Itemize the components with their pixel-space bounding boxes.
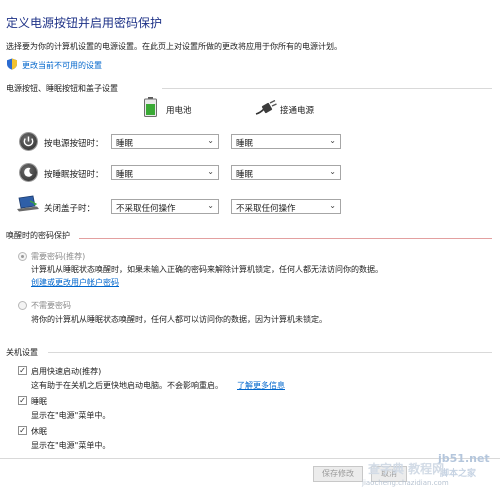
sleep-icon — [20, 164, 37, 181]
power-button-plugged-value: 睡眠 — [236, 139, 254, 149]
close-lid-plugged-value: 不采取任何操作 — [236, 204, 296, 214]
close-lid-battery-value: 不采取任何操作 — [116, 204, 176, 214]
chevron-down-icon: ⌄ — [207, 167, 214, 176]
section-divider — [48, 352, 492, 353]
hibernate-menu-checkbox[interactable]: ✓ — [18, 426, 27, 435]
power-button-plugged-select[interactable]: 睡眠 ⌄ — [231, 134, 341, 149]
require-password-description: 计算机从睡眠状态唤醒时，如果未输入正确的密码来解除计算机锁定，任何人都无法访问你… — [31, 265, 383, 274]
battery-icon — [144, 97, 157, 117]
power-buttons-section-title: 电源按钮、睡眠按钮和盖子设置 — [6, 84, 118, 93]
power-button-battery-select[interactable]: 睡眠 ⌄ — [111, 134, 219, 149]
change-unavailable-settings-link[interactable]: 更改当前不可用的设置 — [22, 60, 102, 71]
watermark-tutorial: 查字典 教程网 — [368, 462, 445, 476]
learn-more-link[interactable]: 了解更多信息 — [237, 380, 285, 391]
sleep-button-battery-select[interactable]: 睡眠 ⌄ — [111, 165, 219, 180]
fast-startup-label: 启用快速启动(推荐) — [31, 367, 102, 376]
require-password-label: 需要密码(推荐) — [31, 252, 86, 261]
battery-column-label: 用电池 — [166, 106, 192, 116]
wake-password-section-title: 唤醒时的密码保护 — [6, 231, 70, 240]
shutdown-section-title: 关机设置 — [6, 348, 38, 357]
no-password-radio[interactable] — [18, 301, 27, 310]
save-button[interactable]: 保存修改 — [313, 466, 363, 482]
no-password-description: 将你的计算机从睡眠状态唤醒时，任何人都可以访问你的数据，因为计算机未锁定。 — [31, 315, 327, 324]
plug-icon — [255, 99, 277, 116]
close-lid-plugged-select[interactable]: 不采取任何操作 ⌄ — [231, 199, 341, 214]
close-lid-battery-select[interactable]: 不采取任何操作 ⌄ — [111, 199, 219, 214]
create-password-link[interactable]: 创建或更改用户帐户密码 — [31, 277, 119, 288]
hibernate-menu-label: 休眠 — [31, 427, 47, 436]
sleep-menu-label: 睡眠 — [31, 397, 47, 406]
watermark-site: jb51.net — [438, 452, 490, 465]
sleep-button-plugged-select[interactable]: 睡眠 ⌄ — [231, 165, 341, 180]
chevron-down-icon: ⌄ — [329, 201, 336, 210]
require-password-radio[interactable] — [18, 252, 27, 261]
power-icon — [20, 133, 37, 150]
fast-startup-checkbox[interactable]: ✓ — [18, 366, 27, 375]
laptop-lid-icon — [16, 195, 40, 213]
power-button-battery-value: 睡眠 — [116, 139, 134, 149]
sleep-button-battery-value: 睡眠 — [116, 170, 134, 180]
fast-startup-description: 这有助于在关机之后更快地启动电脑。不会影响重启。 — [31, 381, 223, 390]
sleep-menu-checkbox[interactable]: ✓ — [18, 396, 27, 405]
no-password-label: 不需要密码 — [31, 301, 71, 310]
section-divider — [162, 88, 492, 89]
chevron-down-icon: ⌄ — [329, 167, 336, 176]
chevron-down-icon: ⌄ — [207, 201, 214, 210]
hibernate-menu-description: 显示在"电源"菜单中。 — [31, 441, 111, 450]
close-lid-row-label: 关闭盖子时： — [44, 204, 96, 214]
page-title: 定义电源按钮并启用密码保护 — [6, 16, 163, 30]
watermark-url: jiaocheng.chazidian.com — [362, 479, 449, 487]
shield-icon — [6, 58, 18, 70]
power-button-row-label: 按电源按钮时： — [44, 139, 104, 149]
chevron-down-icon: ⌄ — [329, 136, 336, 145]
watermark-site-sub: 脚本之家 — [440, 469, 477, 479]
sleep-button-row-label: 按睡眠按钮时： — [44, 170, 104, 180]
plugged-column-label: 接通电源 — [280, 106, 315, 116]
section-divider — [79, 238, 492, 239]
footer-divider — [0, 458, 500, 459]
sleep-button-plugged-value: 睡眠 — [236, 170, 254, 180]
page-description: 选择要为你的计算机设置的电源设置。在此页上对设置所做的更改将应用于你所有的电源计… — [6, 42, 342, 51]
sleep-menu-description: 显示在"电源"菜单中。 — [31, 411, 111, 420]
chevron-down-icon: ⌄ — [207, 136, 214, 145]
